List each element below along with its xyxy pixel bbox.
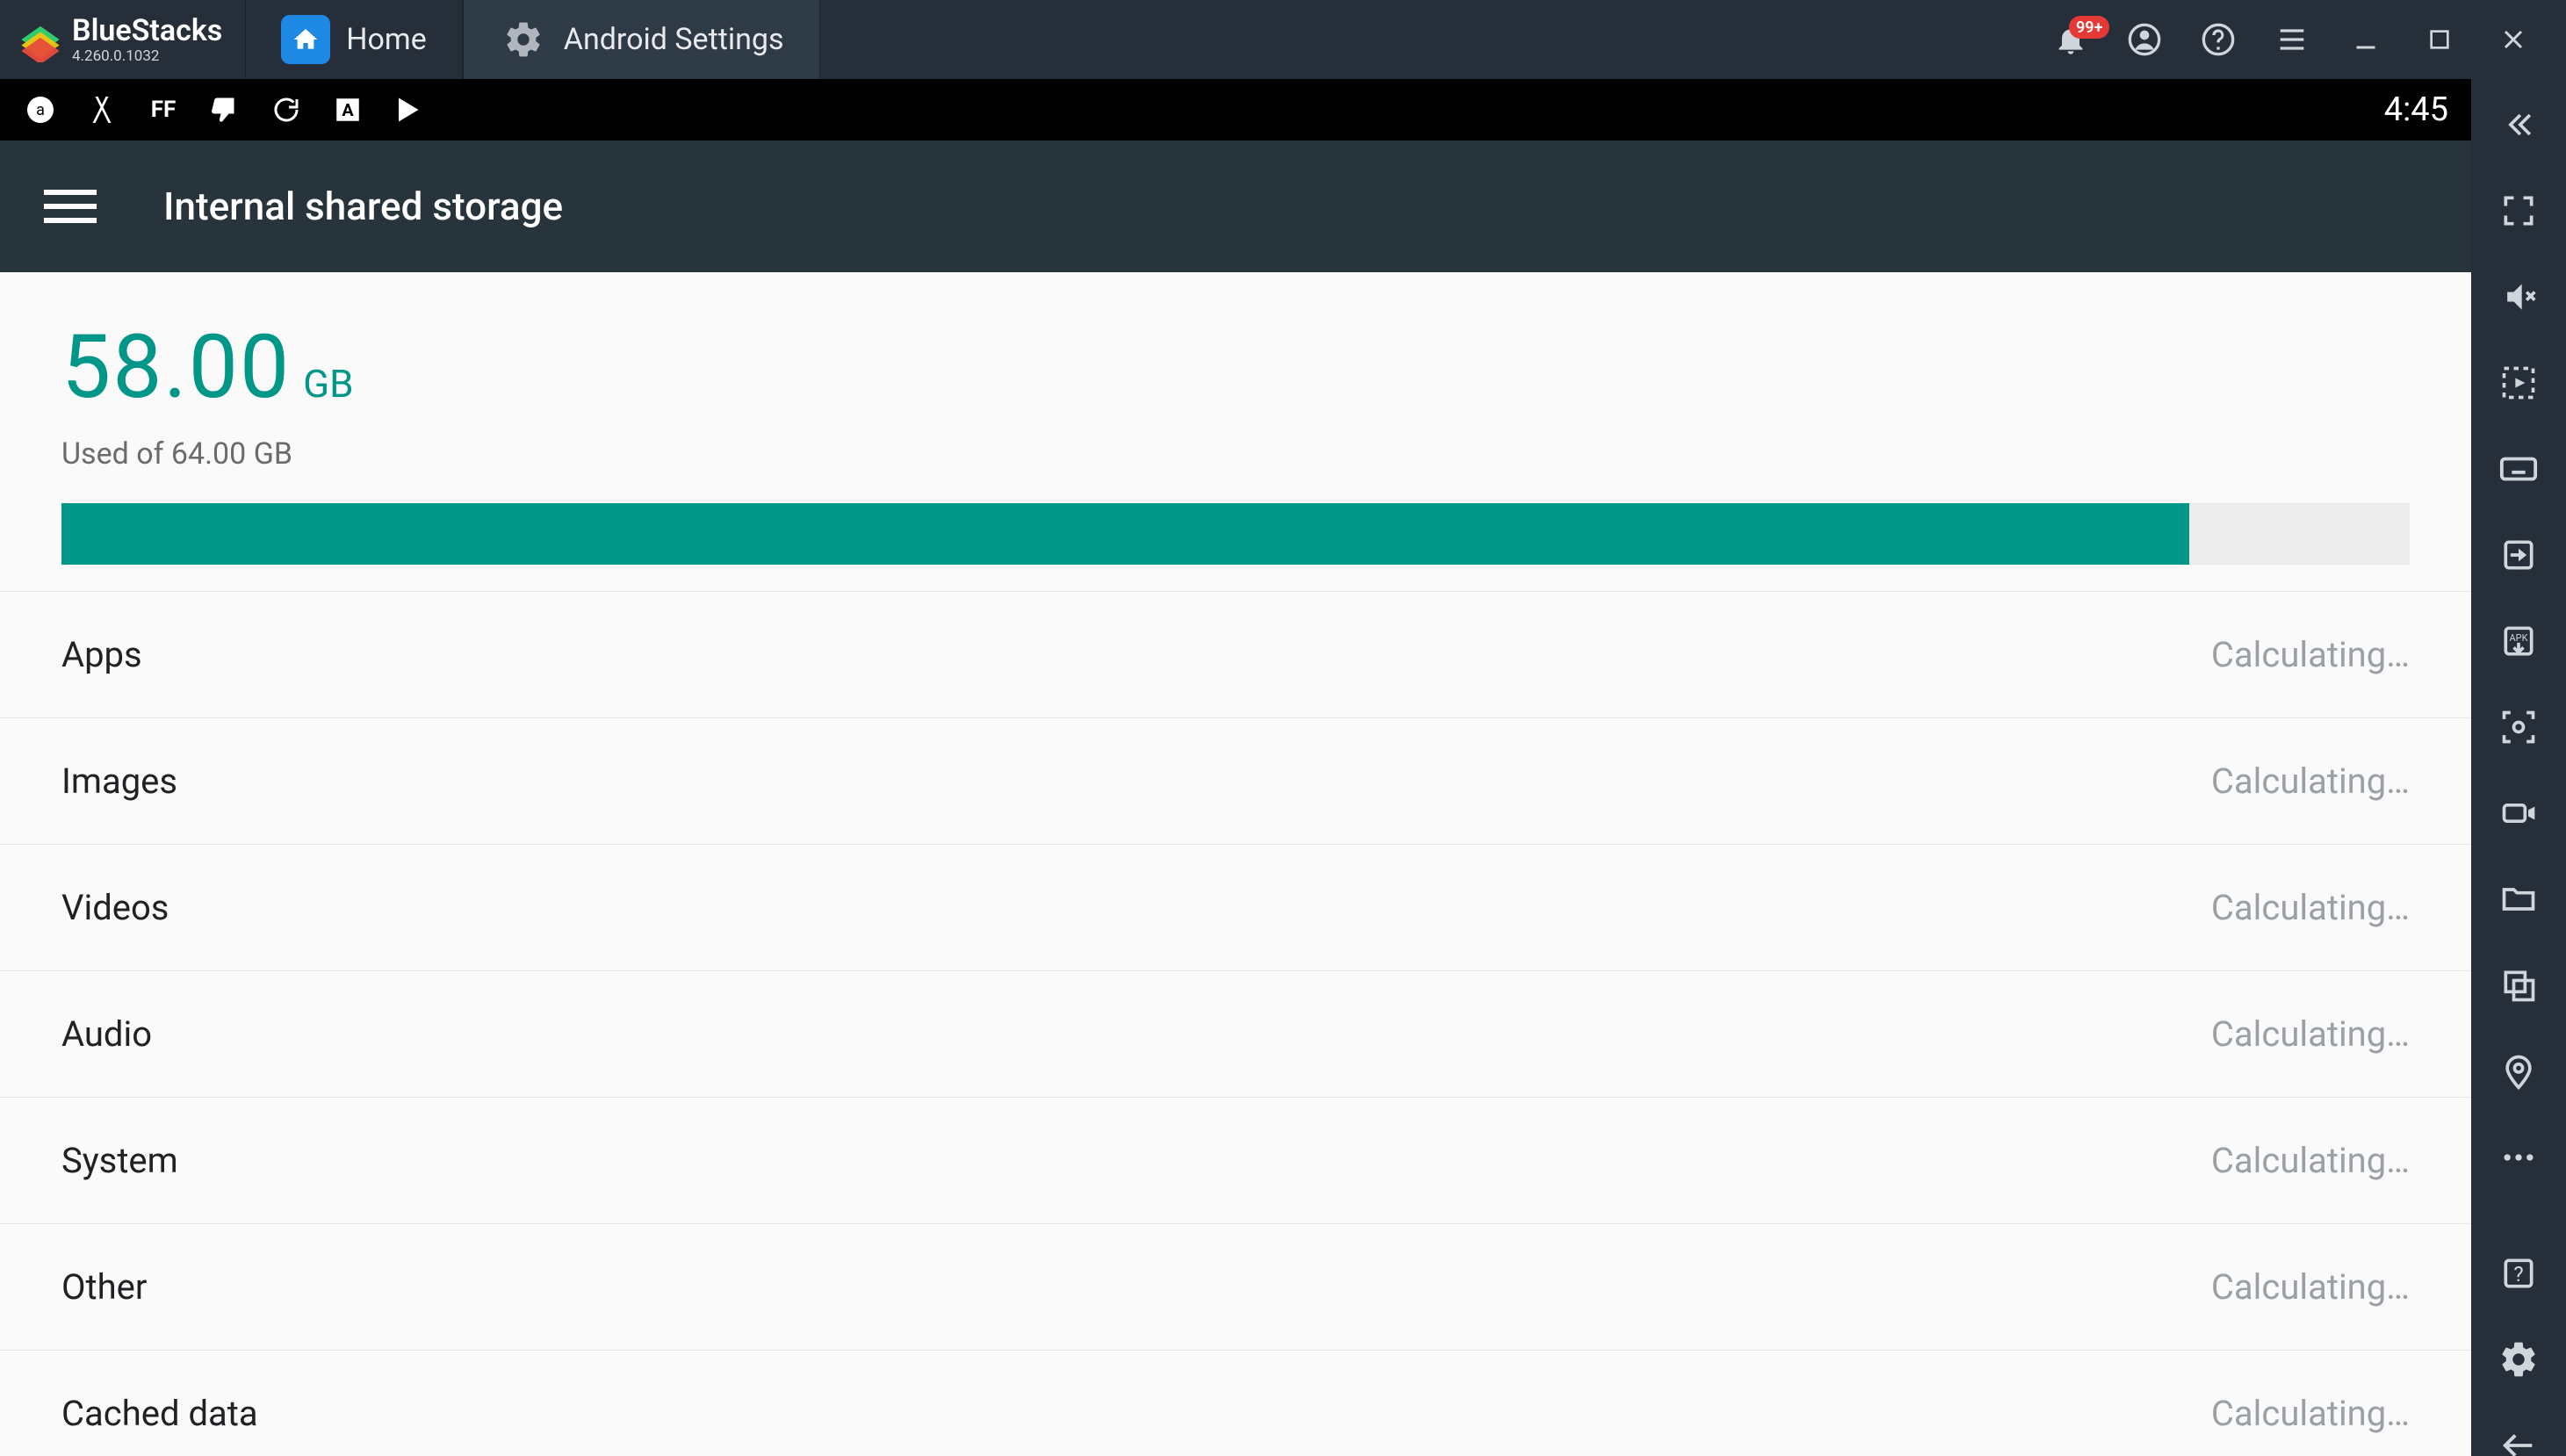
category-other[interactable]: Other Calculating… [0,1223,2471,1350]
status-thumbs-down-icon [207,92,242,127]
media-folder-button[interactable] [2490,871,2547,927]
account-button[interactable] [2109,0,2180,79]
category-system[interactable]: System Calculating… [0,1097,2471,1223]
used-subtext: Used of 64.00 GB [61,436,2410,472]
drawer-hamburger-button[interactable] [44,180,97,233]
category-value: Calculating… [2211,1013,2410,1055]
tab-strip: Home Android Settings [245,0,819,79]
category-value: Calculating… [2211,634,2410,675]
svg-text:a: a [36,101,45,119]
category-label: Other [61,1266,147,1308]
category-label: System [61,1140,178,1181]
titlebar: BlueStacks 4.260.0.1032 Home Android Set… [0,0,2566,79]
screenshot-button[interactable] [2490,699,2547,755]
keyboard-controls-button[interactable] [2490,441,2547,497]
status-clock: 4:45 [2384,90,2448,129]
category-cached-data[interactable]: Cached data Calculating… [0,1350,2471,1456]
hamburger-menu-button[interactable] [2257,0,2327,79]
storage-category-list: Apps Calculating… Images Calculating… Vi… [0,591,2471,1456]
install-apk-button[interactable]: APK [2490,613,2547,669]
tab-android-settings-label: Android Settings [564,22,784,57]
used-unit: GB [303,361,353,407]
storage-summary: 58.00 GB Used of 64.00 GB [0,272,2471,591]
more-tools-button[interactable] [2490,1129,2547,1186]
tab-home-label: Home [346,22,427,57]
multi-instance-button[interactable] [2490,957,2547,1013]
volume-mute-button[interactable] [2490,269,2547,325]
fullscreen-button[interactable] [2490,183,2547,239]
location-button[interactable] [2490,1043,2547,1099]
collapse-sidebar-button[interactable] [2490,97,2547,153]
guide-button[interactable]: ? [2490,1245,2547,1301]
storage-bar-fill [61,503,2189,565]
settings-gear-button[interactable] [2490,1331,2547,1388]
install-apk-shortcut-button[interactable] [2490,527,2547,583]
tab-home[interactable]: Home [245,0,463,79]
category-apps[interactable]: Apps Calculating… [0,591,2471,717]
close-window-button[interactable] [2478,0,2548,79]
category-value: Calculating… [2211,1266,2410,1308]
help-button[interactable] [2183,0,2253,79]
brand-name: BlueStacks [72,16,222,46]
category-label: Images [61,760,177,802]
category-images[interactable]: Images Calculating… [0,717,2471,844]
category-label: Cached data [61,1393,258,1434]
android-status-bar: a FF A 4:45 [0,79,2471,141]
status-refresh-icon [269,92,304,127]
category-label: Audio [61,1013,152,1055]
category-value: Calculating… [2211,1140,2410,1181]
category-label: Apps [61,634,142,675]
status-app-icon: a [23,92,58,127]
used-value: 58.00 [61,316,291,419]
status-play-store-icon [392,92,427,127]
maximize-window-button[interactable] [2404,0,2475,79]
storage-bar [61,503,2410,565]
svg-text:APK: APK [2509,632,2527,644]
settings-app-icon [499,15,548,64]
record-screen-button[interactable] [2490,785,2547,841]
titlebar-right: 99+ [2036,0,2566,79]
keymap-overlay-button[interactable] [2490,355,2547,411]
android-header: Internal shared storage [0,141,2471,272]
page-title: Internal shared storage [163,184,563,229]
notifications-button[interactable]: 99+ [2036,0,2106,79]
category-videos[interactable]: Videos Calculating… [0,844,2471,970]
android-back-button[interactable] [2490,1417,2547,1456]
category-label: Videos [61,887,169,928]
category-value: Calculating… [2211,887,2410,928]
home-app-icon [281,15,330,64]
right-toolbar: APK ? [2471,79,2566,1456]
bluestacks-logo-icon [18,17,63,62]
status-antenna-icon [84,92,119,127]
svg-text:A: A [342,100,354,120]
category-value: Calculating… [2211,760,2410,802]
brand-version: 4.260.0.1032 [72,49,222,64]
tab-android-settings[interactable]: Android Settings [463,0,820,79]
category-value: Calculating… [2211,1393,2410,1434]
status-ff-icon: FF [146,92,181,127]
notification-badge: 99+ [2069,16,2109,39]
brand-block: BlueStacks 4.260.0.1032 [0,0,240,79]
android-viewport: a FF A 4:45 [0,79,2471,1456]
status-a-box-icon: A [330,92,365,127]
minimize-window-button[interactable] [2331,0,2401,79]
svg-text:?: ? [2513,1262,2523,1287]
category-audio[interactable]: Audio Calculating… [0,970,2471,1097]
